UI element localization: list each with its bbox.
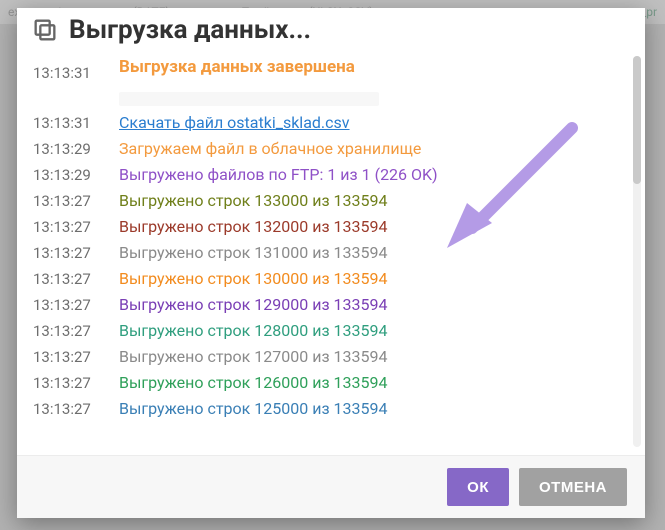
log-message: Выгружено строк 130000 из 133594	[119, 269, 387, 288]
log-timestamp: 13:13:31	[33, 110, 119, 136]
log-separator	[119, 92, 379, 106]
log-timestamp	[33, 86, 119, 110]
log-timestamp: 13:13:27	[33, 292, 119, 318]
export-dialog: Выгрузка данных... 13:13:31Выгрузка данн…	[17, 8, 645, 518]
log-message: Выгружено строк 131000 из 133594	[119, 243, 387, 262]
download-link[interactable]: Скачать файл ostatki_sklad.csv	[119, 113, 350, 132]
log-message: Загружаем файл в облачное хранилище	[119, 139, 421, 158]
log-message: Выгрузка данных завершена	[119, 53, 355, 77]
scrollbar-thumb[interactable]	[633, 56, 641, 184]
log-row: 13:13:31Скачать файл ostatki_sklad.csv	[33, 110, 625, 136]
log-message: Выгружено строк 129000 из 133594	[119, 295, 387, 314]
log-message: Выгружено строк 126000 из 133594	[119, 373, 387, 392]
log-message: Выгружено строк 125000 из 133594	[119, 399, 387, 418]
ok-button[interactable]: ОК	[447, 468, 509, 506]
cancel-button[interactable]: ОТМЕНА	[519, 468, 627, 506]
log-row: 13:13:27Выгружено строк 127000 из 133594	[33, 344, 625, 370]
log-timestamp: 13:13:29	[33, 162, 119, 188]
log-row: 13:13:27Выгружено строк 126000 из 133594	[33, 370, 625, 396]
log-row: 13:13:31Выгрузка данных завершена	[33, 54, 625, 86]
log-area: 13:13:31Выгрузка данных завершена13:13:3…	[17, 48, 645, 455]
dialog-title: Выгрузка данных...	[69, 17, 311, 43]
log-row: 13:13:27Выгружено строк 125000 из 133594	[33, 396, 625, 422]
log-timestamp: 13:13:31	[33, 54, 119, 86]
log-timestamp: 13:13:27	[33, 266, 119, 292]
log-message: Выгружено файлов по FTP: 1 из 1 (226 OK)	[119, 165, 438, 184]
log-row: 13:13:27Выгружено строк 130000 из 133594	[33, 266, 625, 292]
log-message: Выгружено строк 133000 из 133594	[119, 191, 387, 210]
log-timestamp: 13:13:29	[33, 136, 119, 162]
log-row: 13:13:29Выгружено файлов по FTP: 1 из 1 …	[33, 162, 625, 188]
dialog-button-bar: ОК ОТМЕНА	[17, 455, 645, 518]
log-message: Выгружено строк 132000 из 133594	[119, 217, 387, 236]
log-row: 13:13:27Выгружено строк 131000 из 133594	[33, 240, 625, 266]
log-timestamp: 13:13:27	[33, 188, 119, 214]
log-row: 13:13:27Выгружено строк 129000 из 133594	[33, 292, 625, 318]
log-row: 13:13:29Загружаем файл в облачное хранил…	[33, 136, 625, 162]
log-row: 13:13:27Выгружено строк 132000 из 133594	[33, 214, 625, 240]
log-row	[33, 86, 625, 110]
log-message: Выгружено строк 128000 из 133594	[119, 321, 387, 340]
copy-icon	[31, 16, 59, 44]
log-table: 13:13:31Выгрузка данных завершена13:13:3…	[33, 54, 625, 422]
dialog-header: Выгрузка данных...	[17, 8, 645, 48]
log-timestamp: 13:13:27	[33, 370, 119, 396]
log-message: Выгружено строк 127000 из 133594	[119, 347, 387, 366]
log-timestamp: 13:13:27	[33, 214, 119, 240]
log-row: 13:13:27Выгружено строк 128000 из 133594	[33, 318, 625, 344]
log-timestamp: 13:13:27	[33, 396, 119, 422]
log-timestamp: 13:13:27	[33, 240, 119, 266]
log-row: 13:13:27Выгружено строк 133000 из 133594	[33, 188, 625, 214]
log-timestamp: 13:13:27	[33, 344, 119, 370]
log-timestamp: 13:13:27	[33, 318, 119, 344]
